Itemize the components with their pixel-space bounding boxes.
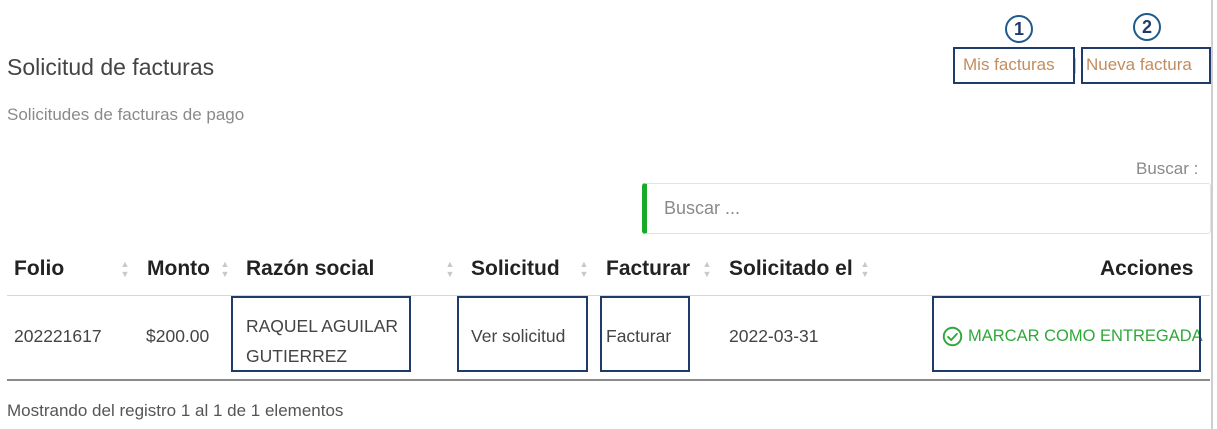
highlight-box-mis-facturas xyxy=(953,47,1075,84)
annotation-badge-1: 1 xyxy=(1005,15,1033,43)
column-header-solicitud[interactable]: Solicitud xyxy=(471,257,560,281)
column-header-razon-social[interactable]: Razón social xyxy=(246,257,374,281)
column-header-folio[interactable]: Folio xyxy=(14,257,64,281)
search-field-wrapper xyxy=(642,183,1211,234)
page-subtitle: Solicitudes de facturas de pago xyxy=(7,105,245,124)
sort-icon[interactable]: ▲ ▼ xyxy=(860,259,870,279)
page-title: Solicitud de facturas xyxy=(7,54,215,80)
table-bottom-divider xyxy=(7,379,1210,381)
sort-icon[interactable]: ▲ ▼ xyxy=(120,259,130,279)
annotation-badge-2: 2 xyxy=(1133,13,1161,41)
highlight-box-facturar xyxy=(600,296,690,372)
highlight-box-ver-solicitud xyxy=(457,296,588,372)
search-label: Buscar : xyxy=(1136,159,1199,178)
column-header-acciones: Acciones xyxy=(1100,257,1194,280)
cell-solicitado-el: 2022-03-31 xyxy=(729,326,819,346)
highlight-box-nueva-factura xyxy=(1081,47,1211,84)
highlight-box-acciones xyxy=(932,296,1201,372)
search-input[interactable] xyxy=(647,184,1210,233)
column-header-monto[interactable]: Monto xyxy=(147,257,210,281)
sort-icon[interactable]: ▲ ▼ xyxy=(445,259,455,279)
page-right-border xyxy=(1211,0,1213,429)
sort-icon[interactable]: ▲ ▼ xyxy=(702,259,712,279)
column-header-facturar[interactable]: Facturar xyxy=(606,257,690,281)
cell-folio: 202221617 xyxy=(14,326,102,346)
cell-monto: $200.00 xyxy=(146,326,210,346)
table-info-text: Mostrando del registro 1 al 1 de 1 eleme… xyxy=(7,401,344,420)
sort-icon[interactable]: ▲ ▼ xyxy=(220,259,230,279)
column-header-solicitado-el[interactable]: Solicitado el xyxy=(729,257,853,281)
sort-icon[interactable]: ▲ ▼ xyxy=(579,259,589,279)
highlight-box-razon-social xyxy=(231,296,411,372)
